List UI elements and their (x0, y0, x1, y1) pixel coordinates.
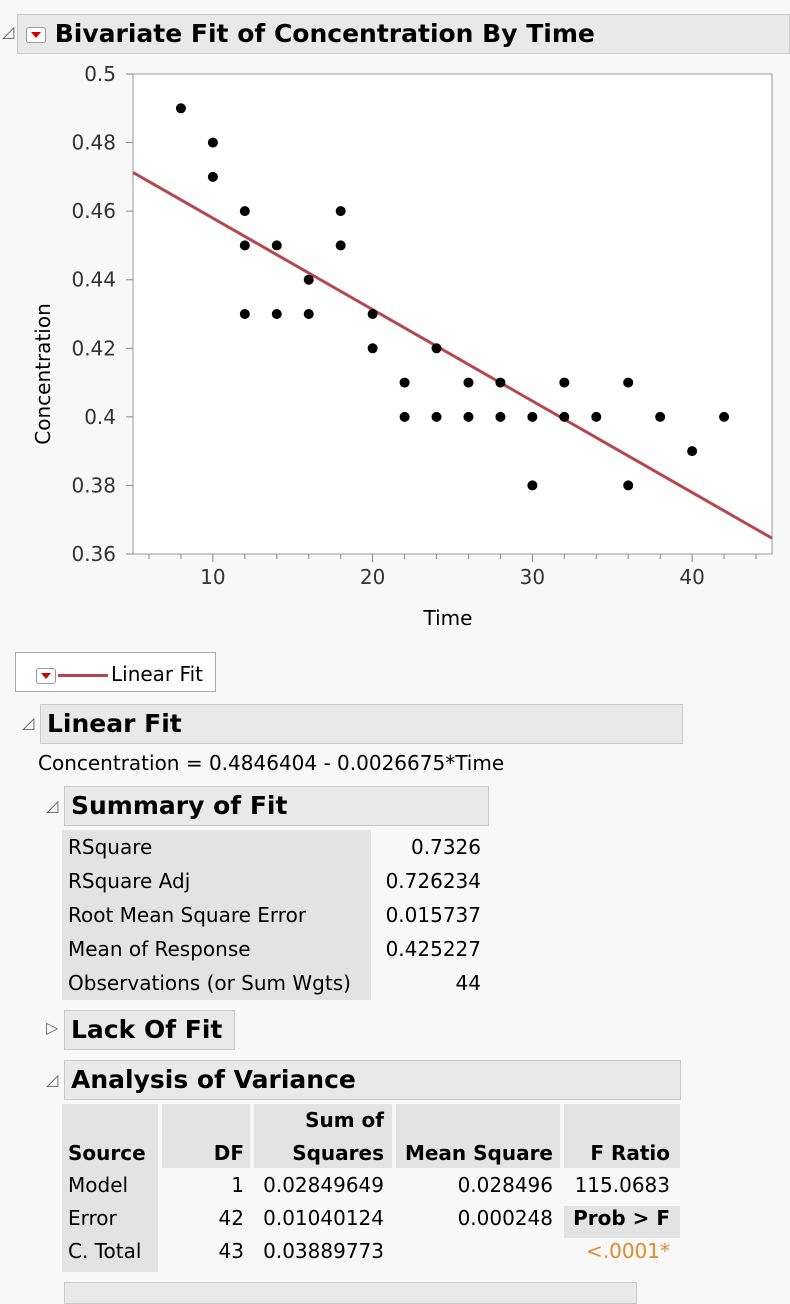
anova-source: C. Total (68, 1239, 142, 1263)
data-point (463, 411, 474, 422)
anova-df: 43 (218, 1239, 244, 1263)
x-tick-label: 30 (520, 565, 545, 589)
report-title: Bivariate Fit of Concentration By Time (54, 19, 595, 48)
y-tick-label: 0.5 (84, 62, 116, 86)
data-point (239, 309, 250, 319)
y-tick-label: 0.36 (71, 542, 116, 566)
disclosure-icon[interactable]: ◿ (2, 22, 14, 41)
data-point (687, 446, 698, 457)
summary-value: 0.726234 (385, 869, 481, 893)
disclosure-icon[interactable]: ◿ (46, 796, 58, 815)
data-point (271, 309, 282, 319)
next-section-header[interactable] (64, 1282, 637, 1304)
scatter-plot: 0.36 0.38 0.4 0.42 0.44 0.46 0.48 0.5 10 20 30 40 T… (31, 62, 773, 630)
legend-label: Linear Fit (111, 662, 203, 686)
data-point (559, 377, 570, 388)
data-point (239, 206, 250, 217)
linear-fit-header[interactable]: Linear Fit (40, 704, 683, 744)
fit-equation: Concentration = 0.4846404 - 0.0026675*Ti… (38, 751, 505, 775)
col-ss-line1: Sum of (305, 1108, 384, 1132)
data-point (591, 411, 602, 422)
col-df: DF (213, 1141, 244, 1165)
data-point (399, 377, 410, 388)
data-point (271, 240, 282, 251)
anova-source: Model (68, 1173, 129, 1197)
x-tick-label: 40 (679, 565, 704, 589)
data-point (655, 411, 666, 422)
data-point (335, 206, 346, 217)
report-header: Bivariate Fit of Concentration By Time (17, 14, 790, 54)
summary-value: 0.425227 (385, 937, 481, 961)
anova-ss: 0.01040124 (263, 1206, 384, 1230)
data-point (527, 480, 538, 491)
y-tick-label: 0.38 (71, 473, 116, 497)
fit-line-swatch (58, 674, 108, 677)
summary-label: Observations (or Sum Wgts) (68, 971, 351, 995)
data-point (399, 411, 410, 422)
anova-source: Error (68, 1206, 117, 1230)
y-tick-label: 0.44 (71, 268, 116, 292)
anova-df: 1 (231, 1173, 244, 1197)
x-tick-label: 10 (200, 565, 225, 589)
x-axis-label: Time (423, 606, 473, 630)
data-point (207, 171, 218, 182)
anova-df: 42 (218, 1206, 244, 1230)
y-tick-label: 0.4 (84, 405, 116, 429)
data-point (335, 240, 346, 251)
x-tick-label: 20 (360, 565, 385, 589)
disclosure-icon[interactable]: ◿ (22, 713, 34, 732)
data-point (495, 377, 506, 388)
data-point (367, 343, 378, 354)
legend-box: Linear Fit (15, 652, 216, 692)
summary-label: Mean of Response (68, 937, 251, 961)
col-source: Source (68, 1141, 146, 1165)
col-ss-line2: Squares (292, 1141, 384, 1165)
data-point (207, 137, 218, 148)
summary-value: 0.015737 (385, 903, 481, 927)
data-point (623, 377, 634, 388)
anova-ms: 0.000248 (457, 1206, 553, 1230)
anova-header[interactable]: Analysis of Variance (64, 1060, 681, 1100)
data-point (431, 343, 442, 354)
data-point (495, 411, 506, 422)
data-point (303, 309, 314, 319)
summary-value: 0.7326 (411, 835, 481, 859)
disclosure-icon[interactable]: ◿ (46, 1070, 58, 1089)
p-value: <.0001* (585, 1239, 670, 1263)
summary-label: RSquare (68, 835, 153, 859)
data-point (559, 411, 570, 422)
y-tick-label: 0.42 (71, 336, 116, 360)
red-triangle-menu-icon[interactable] (36, 667, 56, 684)
data-point (367, 309, 378, 319)
data-point (303, 274, 314, 285)
summary-value: 44 (455, 971, 481, 995)
red-triangle-menu-icon[interactable] (26, 27, 46, 43)
prob-f-label: Prob > F (573, 1206, 670, 1230)
y-axis-label: Concentration (31, 303, 55, 444)
col-ms: Mean Square (404, 1141, 553, 1165)
summary-label: Root Mean Square Error (68, 903, 307, 927)
data-point (463, 377, 474, 388)
data-point (431, 411, 442, 422)
anova-ms: 0.028496 (457, 1173, 553, 1197)
data-point (719, 411, 730, 422)
y-tick-label: 0.46 (71, 199, 116, 223)
summary-of-fit-header[interactable]: Summary of Fit (64, 786, 489, 826)
data-point (239, 240, 250, 251)
f-ratio: 115.0683 (574, 1173, 670, 1197)
data-point (527, 411, 538, 422)
anova-ss: 0.02849649 (263, 1173, 384, 1197)
lack-of-fit-header[interactable]: Lack Of Fit (64, 1010, 235, 1050)
col-f: F Ratio (590, 1141, 670, 1165)
data-point (623, 480, 634, 491)
summary-label: RSquare Adj (68, 869, 191, 893)
y-tick-label: 0.48 (71, 131, 116, 155)
data-point (175, 103, 186, 114)
anova-ss: 0.03889773 (263, 1239, 384, 1263)
disclosure-closed-icon[interactable]: ▷ (46, 1018, 58, 1037)
